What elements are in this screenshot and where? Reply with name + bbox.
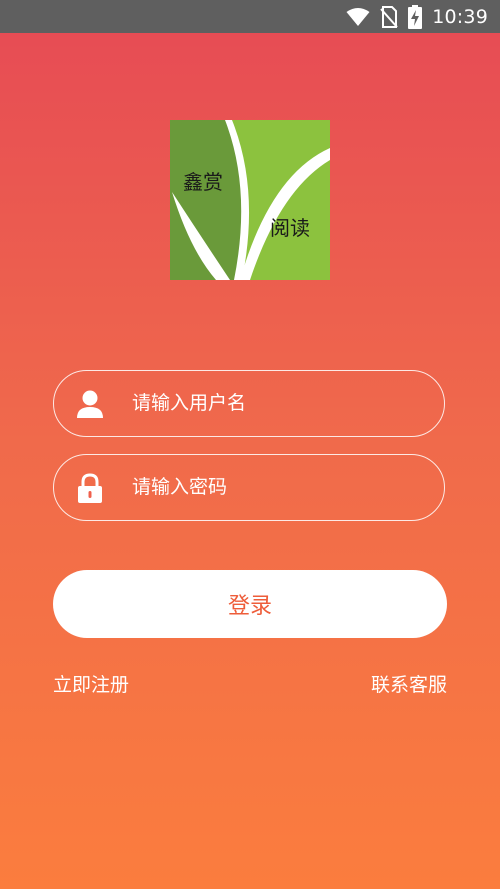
username-field[interactable]: 请输入用户名 — [53, 370, 445, 437]
logo-text-top: 鑫赏 — [183, 170, 223, 194]
register-link[interactable]: 立即注册 — [53, 670, 129, 697]
logo-text-bottom: 阅读 — [270, 216, 310, 240]
contact-support-link[interactable]: 联系客服 — [371, 670, 447, 697]
status-icons: 10:39 — [346, 0, 488, 33]
user-icon — [77, 390, 103, 418]
logo-graphic — [170, 120, 330, 280]
battery-charging-icon — [408, 4, 423, 29]
password-field[interactable]: 请输入密码 — [53, 454, 445, 521]
app-logo: 鑫赏 阅读 — [170, 120, 330, 280]
lock-icon — [78, 473, 102, 503]
password-placeholder: 请输入密码 — [132, 476, 228, 498]
username-placeholder: 请输入用户名 — [132, 392, 247, 414]
login-button[interactable]: 登录 — [53, 570, 447, 638]
no-sim-icon — [380, 5, 398, 28]
status-bar: 10:39 — [0, 0, 500, 33]
wifi-icon — [346, 7, 370, 26]
status-time: 10:39 — [432, 5, 488, 28]
